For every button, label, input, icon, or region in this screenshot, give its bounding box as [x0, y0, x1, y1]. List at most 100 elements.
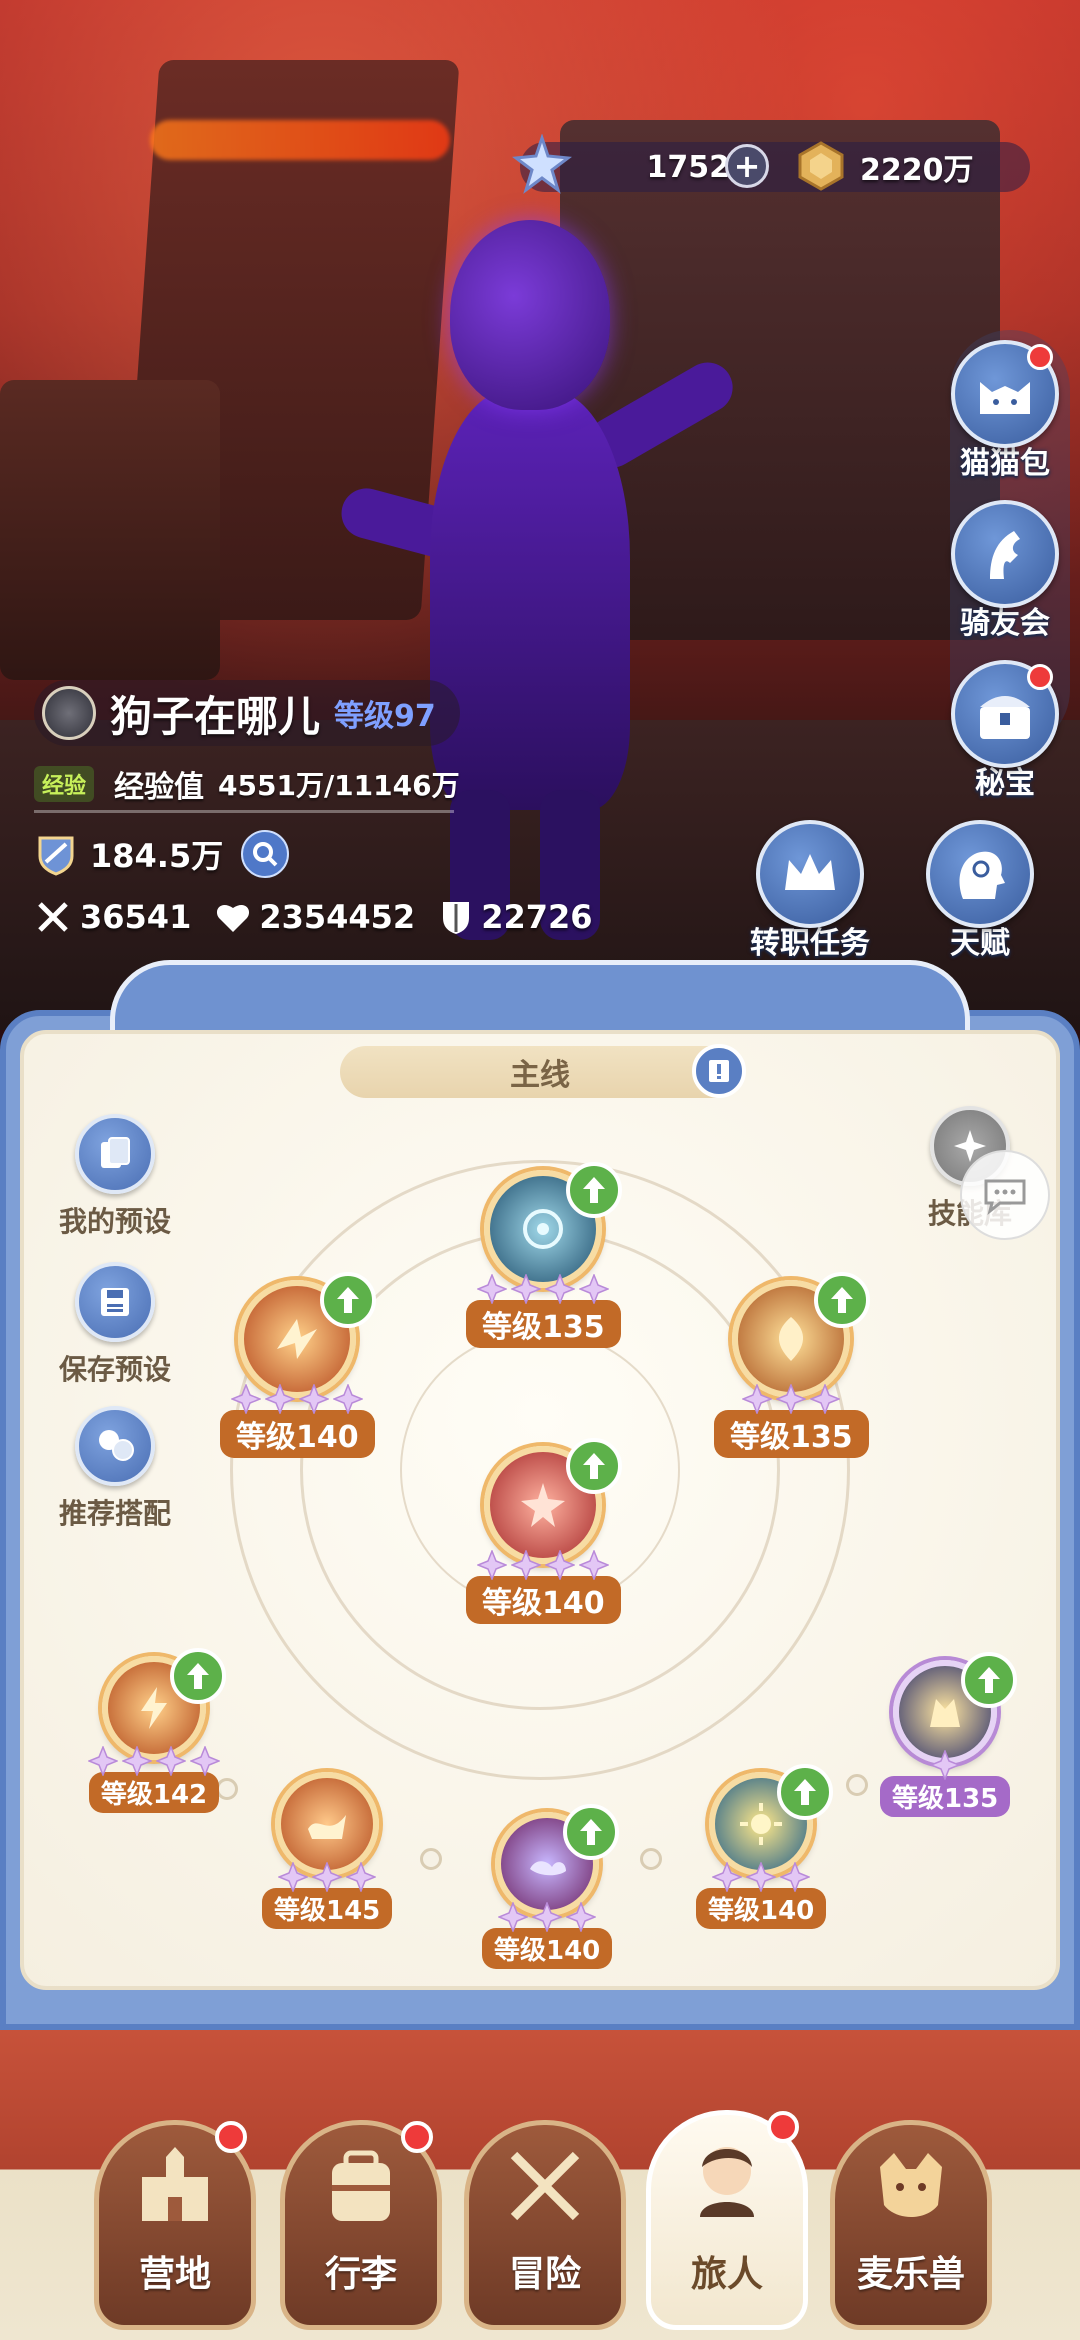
mainline-info-button[interactable] [692, 1044, 746, 1098]
player-character-model[interactable] [330, 190, 742, 950]
star-icon [312, 1862, 343, 1892]
recommend-button[interactable]: 推荐搭配 [40, 1406, 190, 1532]
star-icon [346, 1862, 377, 1892]
fire-burst-skill-icon [277, 1319, 318, 1359]
skill-slot-bottom-3[interactable]: 等级140 [482, 1804, 620, 1969]
character-head [450, 220, 610, 410]
upgrade-arrow-icon[interactable] [566, 1438, 623, 1494]
recommend-combo-icon [99, 1430, 134, 1461]
arcane-circle-skill-icon [523, 1209, 564, 1249]
skill-slot-right[interactable]: 等级135 [714, 1272, 871, 1458]
star-icon [746, 1862, 777, 1892]
nav-label-traveler: 旅人 [690, 2254, 763, 2295]
player-name-plate[interactable]: 狗子在哪儿 等级97 [34, 680, 460, 746]
upgrade-arrow-icon[interactable] [563, 1804, 620, 1860]
nav-label-pets: 麦乐兽 [856, 2254, 965, 2295]
skill-orb [893, 1652, 1018, 1764]
skill-orb [484, 1162, 623, 1288]
skill-stars [928, 1750, 962, 1780]
character-body [430, 390, 630, 810]
nav-label-luggage: 行李 [324, 2254, 397, 2295]
rock-outcrop [0, 380, 220, 680]
skill-slot-bottom-1[interactable]: 等级142 [86, 1648, 226, 1813]
currency-bar: 1752 + 2220万 [512, 134, 1030, 194]
skill-level-tag: 等级140 [696, 1888, 827, 1929]
add-gem-button[interactable]: + [725, 144, 769, 188]
upgrade-arrow-icon[interactable] [814, 1272, 871, 1328]
exp-label: 经验值 [114, 770, 205, 805]
nav-tab-camp[interactable]: 营地 [94, 2120, 256, 2330]
rider-club-button[interactable]: 骑友会 [935, 500, 1075, 650]
treasure-chest-icon [980, 696, 1030, 739]
job-quest-button[interactable]: 转职任务 [740, 820, 880, 970]
star-icon [712, 1862, 743, 1892]
upgrade-arrow-icon[interactable] [566, 1162, 623, 1218]
lava-flow [150, 120, 450, 160]
star-icon [545, 1274, 576, 1304]
skill-stars [475, 1274, 611, 1304]
upgrade-arrow-icon[interactable] [961, 1652, 1018, 1708]
gold-coin-icon [798, 141, 844, 191]
brain-head-icon [959, 851, 1005, 899]
skill-link-dot [420, 1848, 442, 1870]
star-icon [156, 1746, 186, 1776]
upgrade-arrow-icon[interactable] [320, 1272, 377, 1328]
crossed-swords-nav-icon [510, 2151, 580, 2221]
my-preset-label: 我的预设 [58, 1205, 171, 1238]
player-level: 等级97 [334, 699, 436, 734]
star-icon [579, 1550, 610, 1580]
nav-tab-traveler[interactable]: 旅人 [646, 2110, 808, 2330]
mist-skill-icon [530, 1861, 567, 1876]
my-preset-button[interactable]: 我的预设 [40, 1114, 190, 1240]
save-preset-button[interactable]: 保存预设 [40, 1262, 190, 1388]
shield-icon [443, 902, 470, 934]
nav-label-adventure: 冒险 [508, 2254, 581, 2295]
nav-tab-pets[interactable]: 麦乐兽 [830, 2120, 992, 2330]
star-icon [299, 1384, 330, 1414]
talent-button[interactable]: 天赋 [910, 820, 1050, 970]
star-icon [780, 1862, 811, 1892]
star-icon [122, 1746, 152, 1776]
crossed-swords-icon [38, 902, 68, 932]
cat-bag-button[interactable]: 猫猫包 [935, 340, 1075, 490]
backpack-icon [332, 2150, 390, 2221]
star-icon [742, 1384, 773, 1414]
star-icon [88, 1746, 118, 1776]
skill-slot-center[interactable]: 等级140 [466, 1438, 623, 1624]
traveler-notification-dot [767, 2111, 799, 2143]
crown-icon [785, 854, 835, 890]
skill-slot-left[interactable]: 等级140 [220, 1272, 377, 1458]
skill-slot-bottom-2[interactable]: 等级145 [262, 1772, 393, 1929]
skill-stars [740, 1384, 842, 1414]
chat-icon [984, 1179, 1026, 1215]
treasure-notification-dot [1027, 664, 1053, 690]
skill-stars [276, 1862, 378, 1892]
star-icon [333, 1384, 364, 1414]
treasure-button[interactable]: 秘宝 [935, 660, 1075, 810]
gem-count: 1752 [646, 149, 731, 185]
talent-icon-circle [926, 820, 1034, 928]
skill-level-tag: 等级135 [466, 1300, 621, 1348]
flame-swirl-skill-icon [779, 1317, 804, 1361]
stats-row: 36541 2354452 22726 [34, 892, 617, 942]
mainline-title: 主线 [510, 1058, 570, 1093]
skill-link-dot [846, 1774, 868, 1796]
attack-value: 36541 [80, 898, 192, 936]
power-detail-button[interactable] [241, 830, 290, 878]
cards-icon [101, 1137, 130, 1168]
skill-slot-bottom-4[interactable]: 等级140 [696, 1764, 834, 1929]
upgrade-arrow-icon[interactable] [170, 1648, 226, 1704]
save-preset-icon-circle [75, 1262, 155, 1342]
chat-button[interactable] [960, 1150, 1050, 1240]
skill-slot-top[interactable]: 等级135 [466, 1162, 623, 1348]
exp-divider [34, 810, 454, 813]
skill-orb [495, 1804, 620, 1916]
mainline-tab[interactable]: 主线 [340, 1044, 746, 1098]
nav-tab-adventure[interactable]: 冒险 [464, 2120, 626, 2330]
camp-notification-dot [215, 2121, 247, 2153]
recommend-label: 推荐搭配 [58, 1497, 171, 1530]
nav-tab-luggage[interactable]: 行李 [280, 2120, 442, 2330]
skill-slot-bottom-5[interactable]: 等级135 [880, 1652, 1018, 1817]
star-strike-skill-icon [521, 1483, 566, 1527]
upgrade-arrow-icon[interactable] [777, 1764, 834, 1820]
